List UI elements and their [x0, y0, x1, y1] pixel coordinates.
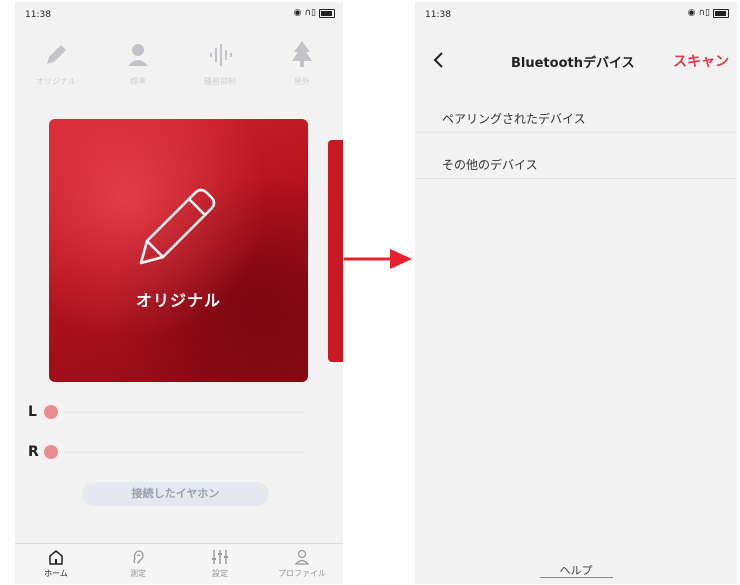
tab-measure[interactable]: 測定: [97, 544, 179, 584]
home-icon: [49, 550, 63, 565]
mode-original[interactable]: オリジナル: [21, 38, 91, 98]
tab-home[interactable]: ホーム: [15, 544, 97, 584]
mode-label: 標準: [130, 77, 146, 86]
arrow-right-icon: [344, 249, 412, 269]
mode-standard[interactable]: 標準: [103, 38, 173, 98]
paired-devices-header: ペアリングされたデバイス: [415, 102, 737, 133]
waveform-icon: [210, 44, 232, 66]
channel-right: R: [28, 444, 304, 460]
other-devices-header: その他のデバイス: [415, 148, 737, 179]
ear-icon: [133, 550, 144, 564]
pencil-icon: [47, 45, 66, 64]
nav-bar: Bluetoothデバイス スキャン: [415, 46, 737, 76]
tab-profile[interactable]: プロファイル: [261, 544, 343, 584]
tab-settings[interactable]: 設定: [179, 544, 261, 584]
home-screen: 11:38 ◉ ∩▯ オリジナル 標準 騒音抑制 屋外 オリジナル L R 接続…: [15, 2, 343, 584]
location-icon: ◉: [687, 8, 696, 18]
mode-card[interactable]: オリジナル: [49, 119, 308, 382]
divider: [64, 411, 304, 413]
mode-label: 屋外: [294, 77, 310, 86]
pencil-icon: [139, 188, 216, 265]
mode-selector: オリジナル 標準 騒音抑制 屋外: [15, 38, 343, 98]
mode-outdoor[interactable]: 屋外: [267, 38, 337, 98]
mode-noise-reduction[interactable]: 騒音抑制: [185, 38, 255, 98]
battery-icon: [319, 8, 335, 18]
channel-label: L: [28, 404, 37, 420]
mode-label: オリジナル: [36, 77, 76, 86]
location-icon: ◉: [293, 8, 302, 18]
headphones-icon: ∩▯: [304, 8, 316, 18]
channel-indicator: [44, 405, 58, 419]
battery-icon: [713, 8, 729, 18]
channel-left: L: [28, 404, 304, 420]
status-time: 11:38: [425, 10, 451, 20]
page-title: Bluetoothデバイス: [511, 56, 635, 71]
card-title: オリジナル: [135, 291, 221, 310]
help-link[interactable]: ヘルプ: [539, 564, 613, 578]
profile-icon: [294, 549, 310, 565]
status-time: 11:38: [25, 10, 51, 20]
connected-earphones-button[interactable]: 接続したイヤホン: [82, 482, 269, 506]
mode-label: 騒音抑制: [204, 77, 236, 86]
status-bar: 11:38 ◉ ∩▯: [415, 2, 737, 26]
status-bar: 11:38 ◉ ∩▯: [15, 2, 343, 26]
back-chevron-icon[interactable]: [431, 50, 447, 70]
divider: [64, 451, 304, 453]
sliders-icon: [212, 550, 228, 564]
headphones-icon: ∩▯: [698, 8, 710, 18]
bluetooth-screen: 11:38 ◉ ∩▯ Bluetoothデバイス スキャン ペアリングされたデバ…: [415, 2, 737, 584]
person-icon: [128, 44, 148, 66]
next-card[interactable]: [328, 140, 343, 362]
tree-icon: [292, 41, 312, 67]
tab-bar: ホーム 測定 設定 プロファイル: [15, 543, 343, 584]
channel-indicator: [44, 445, 58, 459]
help-link-container: ヘルプ: [415, 562, 737, 578]
scan-button[interactable]: スキャン: [673, 51, 729, 71]
channel-label: R: [28, 444, 39, 460]
